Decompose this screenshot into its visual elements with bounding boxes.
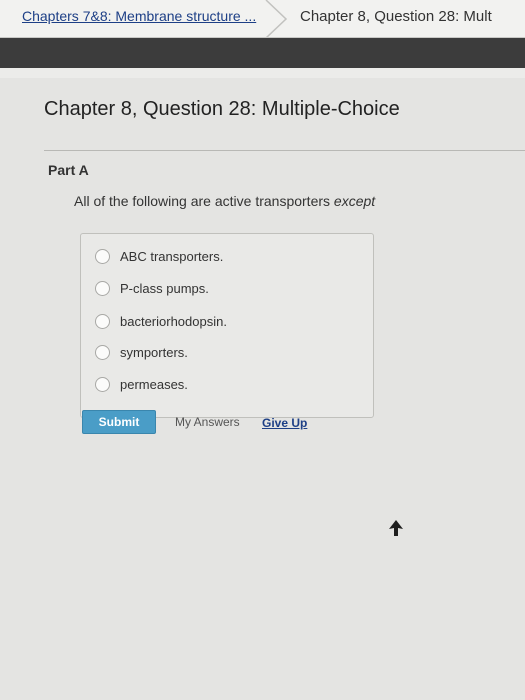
choice-label: permeases. bbox=[120, 376, 188, 392]
choice-label: ABC transporters. bbox=[120, 248, 224, 264]
header-strip bbox=[0, 68, 525, 78]
main-content: Chapter 8, Question 28: Multiple-Choice … bbox=[0, 78, 525, 700]
breadcrumb: Chapters 7&8: Membrane structure ... Cha… bbox=[0, 0, 525, 38]
radio-button[interactable] bbox=[95, 344, 110, 360]
breadcrumb-parent-link[interactable]: Chapters 7&8: Membrane structure ... bbox=[22, 8, 256, 24]
breadcrumb-separator-icon bbox=[265, 0, 288, 37]
question-text: All of the following are active transpor… bbox=[74, 193, 375, 209]
page-title: Chapter 8, Question 28: Multiple-Choice bbox=[44, 98, 400, 120]
radio-button[interactable] bbox=[95, 248, 110, 264]
choice-label: P-class pumps. bbox=[120, 280, 209, 296]
choice-label: bacteriorhodopsin. bbox=[120, 313, 227, 329]
question-emphasis: except bbox=[333, 193, 376, 209]
header-band bbox=[0, 38, 525, 68]
my-answers-link[interactable]: My Answers bbox=[175, 415, 240, 429]
choice-option[interactable]: bacteriorhodopsin. bbox=[95, 310, 227, 332]
choice-label: symporters. bbox=[120, 344, 188, 360]
title-divider bbox=[44, 150, 525, 151]
radio-button[interactable] bbox=[95, 313, 110, 329]
choice-option[interactable]: symporters. bbox=[95, 341, 188, 363]
choice-option[interactable]: ABC transporters. bbox=[95, 245, 223, 267]
question-body: All of the following are active transpor… bbox=[74, 193, 334, 209]
give-up-link[interactable]: Give Up bbox=[262, 416, 307, 430]
part-title: Part A bbox=[48, 162, 89, 178]
choice-list: ABC transporters. P-class pumps. bacteri… bbox=[80, 233, 374, 418]
radio-button[interactable] bbox=[95, 280, 110, 296]
choice-option[interactable]: permeases. bbox=[95, 373, 188, 395]
choice-option[interactable]: P-class pumps. bbox=[95, 277, 209, 299]
breadcrumb-current: Chapter 8, Question 28: Mult bbox=[300, 8, 492, 25]
radio-button[interactable] bbox=[95, 376, 110, 392]
submit-button[interactable]: Submit bbox=[82, 410, 156, 434]
mouse-cursor-icon bbox=[389, 520, 403, 536]
